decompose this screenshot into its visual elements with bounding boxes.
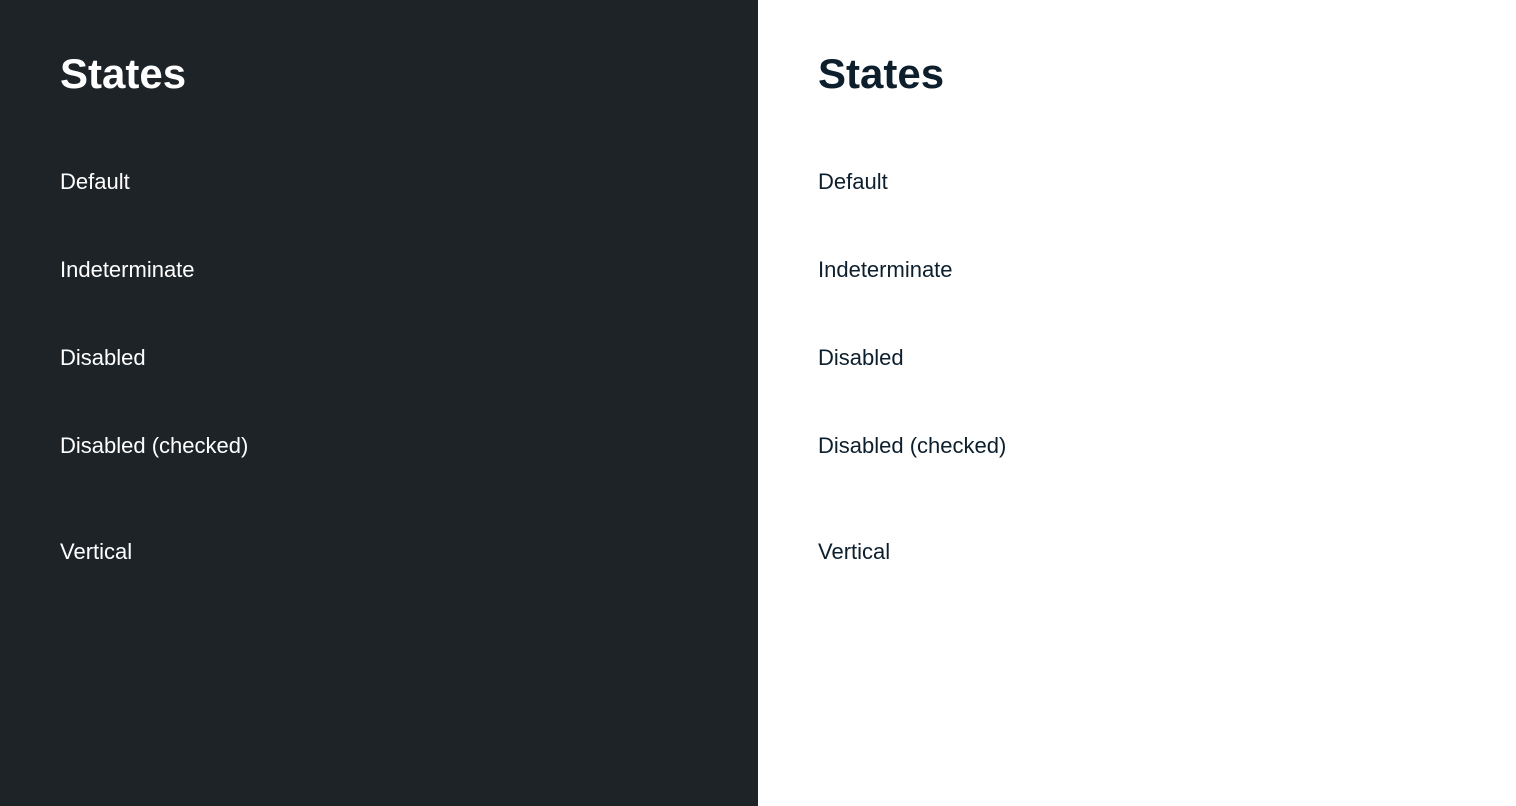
disabled-checked-thumb-dark: [618, 427, 656, 465]
vertical-toggle-dark[interactable]: [654, 512, 698, 592]
indeterminate-toggle-container-dark: [578, 248, 698, 292]
disabled-checked-toggle-container-light: [1336, 424, 1456, 468]
light-panel: States Default Indeterminate Disabled: [758, 0, 1516, 806]
disabled-checked-toggle-dark: [618, 424, 698, 468]
state-row-vertical-light: Vertical: [818, 490, 1456, 614]
default-toggle-dark[interactable]: [618, 160, 698, 204]
dark-panel-title: States: [60, 50, 698, 98]
indeterminate-toggle-light[interactable]: [1376, 248, 1456, 292]
default-label-dark: Default: [60, 169, 130, 195]
disabled-checked-label-dark: Disabled (checked): [60, 433, 248, 459]
vertical-thumb-light: [1415, 512, 1453, 550]
default-toggle-container-dark: [578, 160, 698, 204]
disabled-toggle-container-dark: [578, 336, 698, 380]
state-row-disabled-checked-dark: Disabled (checked): [60, 402, 698, 490]
dark-panel: States Default Indeterminate Disabled: [0, 0, 758, 806]
light-panel-title: States: [818, 50, 1456, 98]
disabled-checked-label-light: Disabled (checked): [818, 433, 1006, 459]
default-thumb-dark: [618, 163, 656, 201]
vertical-label-dark: Vertical: [60, 539, 132, 565]
disabled-checked-thumb-light: [1376, 427, 1414, 465]
disabled-label-dark: Disabled: [60, 345, 146, 371]
disabled-thumb-dark: [618, 339, 656, 377]
default-toggle-light[interactable]: [1376, 160, 1456, 204]
vertical-toggle-container-light: [1336, 512, 1456, 592]
state-row-disabled-dark: Disabled: [60, 314, 698, 402]
indeterminate-label-dark: Indeterminate: [60, 257, 195, 283]
default-label-light: Default: [818, 169, 888, 195]
indeterminate-label-light: Indeterminate: [818, 257, 953, 283]
disabled-checked-toggle-light: [1376, 424, 1456, 468]
indeterminate-toggle-dark[interactable]: [618, 248, 698, 292]
disabled-thumb-light: [1376, 339, 1414, 377]
disabled-checked-toggle-container-dark: [578, 424, 698, 468]
state-row-indeterminate-light: Indeterminate: [818, 226, 1456, 314]
disabled-label-light: Disabled: [818, 345, 904, 371]
vertical-label-light: Vertical: [818, 539, 890, 565]
indeterminate-thumb-dark: [618, 251, 656, 289]
indeterminate-toggle-container-light: [1336, 248, 1456, 292]
state-row-default-light: Default: [818, 138, 1456, 226]
default-thumb-light: [1376, 163, 1414, 201]
state-row-indeterminate-dark: Indeterminate: [60, 226, 698, 314]
state-row-disabled-light: Disabled: [818, 314, 1456, 402]
disabled-toggle-light: [1376, 336, 1456, 380]
disabled-toggle-dark: [618, 336, 698, 380]
default-toggle-container-light: [1336, 160, 1456, 204]
vertical-toggle-light[interactable]: [1412, 512, 1456, 592]
state-row-disabled-checked-light: Disabled (checked): [818, 402, 1456, 490]
indeterminate-thumb-light: [1376, 251, 1414, 289]
state-row-vertical-dark: Vertical: [60, 490, 698, 614]
vertical-thumb-dark: [657, 512, 695, 550]
vertical-toggle-container-dark: [578, 512, 698, 592]
state-row-default-dark: Default: [60, 138, 698, 226]
disabled-toggle-container-light: [1336, 336, 1456, 380]
